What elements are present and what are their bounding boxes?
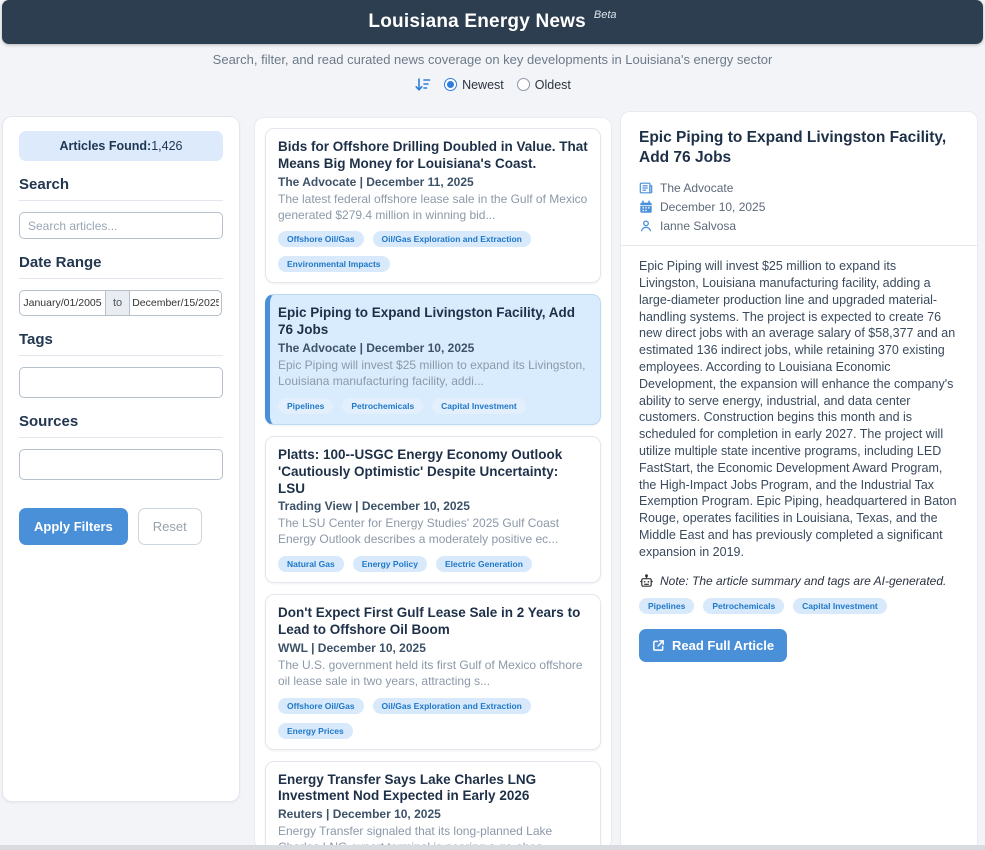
article-excerpt: The U.S. government held its first Gulf … xyxy=(278,658,588,690)
reset-button[interactable]: Reset xyxy=(138,508,202,545)
tag-pill: Petrochemicals xyxy=(342,398,423,414)
articles-found-label: Articles Found: xyxy=(60,139,152,153)
filter-buttons: Apply Filters Reset xyxy=(19,508,223,545)
sort-controls: Newest Oldest xyxy=(0,76,985,93)
article-title: Energy Transfer Says Lake Charles LNG In… xyxy=(278,772,588,806)
app-header: Louisiana Energy News Beta xyxy=(2,0,983,44)
sort-descending-icon xyxy=(414,76,431,93)
detail-author-row: Ianne Salvosa xyxy=(639,219,959,233)
article-source-date: WWL | December 10, 2025 xyxy=(278,641,588,655)
date-range-group: to xyxy=(19,290,223,316)
tag-pill: Environmental Impacts xyxy=(278,256,390,272)
divider xyxy=(19,200,223,201)
article-title: Platts: 100--USGC Energy Economy Outlook… xyxy=(278,447,588,498)
beta-badge: Beta xyxy=(594,9,617,21)
article-tags: Natural Gas Energy Policy Electric Generat… xyxy=(278,556,588,572)
articles-found-count: 1,426 xyxy=(151,139,182,153)
read-full-article-label: Read Full Article xyxy=(672,638,774,653)
article-title: Epic Piping to Expand Livingston Facilit… xyxy=(278,305,588,339)
tag-pill: Oil/Gas Exploration and Extraction xyxy=(373,231,531,247)
date-to-input[interactable] xyxy=(129,290,222,316)
apply-filters-button[interactable]: Apply Filters xyxy=(19,508,128,545)
radio-oldest-icon[interactable] xyxy=(517,78,530,91)
divider xyxy=(19,355,223,356)
tag-pill: Energy Policy xyxy=(353,556,427,572)
ai-note-row: Note: The article summary and tags are A… xyxy=(639,574,959,589)
article-title: Don't Expect First Gulf Lease Sale in 2 … xyxy=(278,605,588,639)
sources-heading: Sources xyxy=(19,413,223,430)
article-card[interactable]: Energy Transfer Says Lake Charles LNG In… xyxy=(265,761,601,850)
article-source-date: The Advocate | December 10, 2025 xyxy=(278,341,588,355)
article-tags: Pipelines Petrochemicals Capital Investmen… xyxy=(278,398,588,414)
date-to-label: to xyxy=(106,290,129,316)
detail-summary: Epic Piping will invest $25 million to e… xyxy=(639,258,959,560)
date-from-input[interactable] xyxy=(19,290,106,316)
tag-pill: Natural Gas xyxy=(278,556,344,572)
tag-pill: Offshore Oil/Gas xyxy=(278,231,364,247)
detail-tags: Pipelines Petrochemicals Capital Investmen… xyxy=(639,598,959,614)
article-card[interactable]: Epic Piping to Expand Livingston Facilit… xyxy=(265,294,601,424)
divider xyxy=(19,437,223,438)
articles-found-badge: Articles Found:1,426 xyxy=(19,131,223,161)
article-source-date: The Advocate | December 11, 2025 xyxy=(278,175,588,189)
tag-pill: Energy Prices xyxy=(278,723,353,739)
tags-input[interactable] xyxy=(19,367,223,398)
detail-divider xyxy=(621,245,977,246)
search-input[interactable] xyxy=(19,212,223,239)
detail-source-row: The Advocate xyxy=(639,181,959,195)
app-title: Louisiana Energy News xyxy=(368,11,586,33)
filters-sidebar: Articles Found:1,426 Search Date Range t… xyxy=(2,116,240,802)
article-title: Bids for Offshore Drilling Doubled in Va… xyxy=(278,139,588,173)
tag-pill: Offshore Oil/Gas xyxy=(278,698,364,714)
article-excerpt: The latest federal offshore lease sale i… xyxy=(278,192,588,224)
app-root: Louisiana Energy News Beta Search, filte… xyxy=(0,0,985,850)
tag-pill: Pipelines xyxy=(278,398,333,414)
divider xyxy=(19,278,223,279)
calendar-icon xyxy=(639,200,653,214)
tag-pill: Pipelines xyxy=(639,598,694,614)
radio-newest-icon[interactable] xyxy=(444,78,457,91)
detail-date: December 10, 2025 xyxy=(660,200,765,214)
tag-pill: Oil/Gas Exploration and Extraction xyxy=(373,698,531,714)
article-card[interactable]: Platts: 100--USGC Energy Economy Outlook… xyxy=(265,436,601,583)
read-full-article-button[interactable]: Read Full Article xyxy=(639,629,787,662)
detail-author: Ianne Salvosa xyxy=(660,219,736,233)
article-excerpt: The LSU Center for Energy Studies' 2025 … xyxy=(278,516,588,548)
tags-heading: Tags xyxy=(19,331,223,348)
app-subtitle: Search, filter, and read curated news co… xyxy=(0,52,985,67)
tag-pill: Petrochemicals xyxy=(703,598,784,614)
newspaper-icon xyxy=(639,181,653,195)
article-card[interactable]: Bids for Offshore Drilling Doubled in Va… xyxy=(265,128,601,283)
search-heading: Search xyxy=(19,176,223,193)
sources-input[interactable] xyxy=(19,449,223,480)
tag-pill: Capital Investment xyxy=(793,598,887,614)
sort-option-newest-label: Newest xyxy=(462,78,504,92)
sort-option-oldest-label: Oldest xyxy=(535,78,571,92)
sort-option-newest[interactable]: Newest xyxy=(444,78,504,92)
detail-title: Epic Piping to Expand Livingston Facilit… xyxy=(639,128,959,168)
robot-icon xyxy=(639,574,654,589)
article-tags: Offshore Oil/Gas Oil/Gas Exploration and … xyxy=(278,231,588,272)
article-excerpt: Epic Piping will invest $25 million to e… xyxy=(278,358,588,390)
article-list[interactable]: Bids for Offshore Drilling Doubled in Va… xyxy=(254,117,612,850)
person-icon xyxy=(639,219,653,233)
detail-date-row: December 10, 2025 xyxy=(639,200,959,214)
external-link-icon xyxy=(652,639,665,652)
tag-pill: Electric Generation xyxy=(436,556,532,572)
article-source-date: Reuters | December 10, 2025 xyxy=(278,807,588,821)
article-card[interactable]: Don't Expect First Gulf Lease Sale in 2 … xyxy=(265,594,601,749)
article-source-date: Trading View | December 10, 2025 xyxy=(278,499,588,513)
detail-source: The Advocate xyxy=(660,181,733,195)
article-tags: Offshore Oil/Gas Oil/Gas Exploration and … xyxy=(278,698,588,739)
page-bottom-edge xyxy=(0,845,985,850)
sort-option-oldest[interactable]: Oldest xyxy=(517,78,571,92)
date-range-heading: Date Range xyxy=(19,254,223,271)
tag-pill: Capital Investment xyxy=(432,398,526,414)
ai-note-text: Note: The article summary and tags are A… xyxy=(660,574,946,588)
article-detail: Epic Piping to Expand Livingston Facilit… xyxy=(620,111,978,850)
